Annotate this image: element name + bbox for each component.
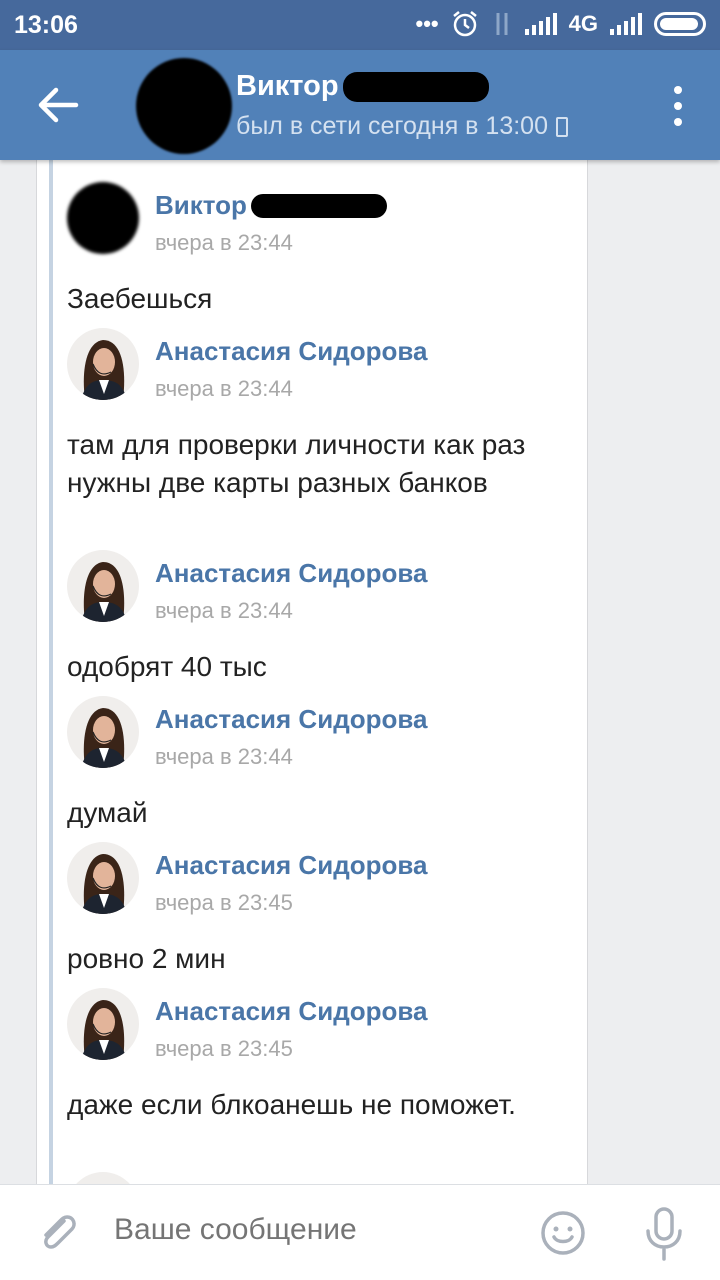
message-author[interactable]: Анастасия Сидорова: [155, 850, 427, 881]
chat-header: Виктор был в сети сегодня в 13:00: [0, 50, 720, 160]
data-transfer-icon: [496, 13, 508, 35]
message-text: даже если блкоанешь не поможет.: [67, 1089, 516, 1120]
back-arrow-icon[interactable]: [30, 78, 84, 132]
alarm-icon: [452, 11, 477, 37]
attach-paperclip-icon[interactable]: [34, 1209, 82, 1257]
author-avatar[interactable]: [67, 1172, 139, 1184]
message-item: Анастасия Сидорова вчера в 23:45 даже ес…: [67, 988, 577, 1158]
author-avatar[interactable]: [67, 842, 139, 914]
message-text: думай: [67, 797, 148, 828]
message-item-partial: [67, 1172, 577, 1184]
message-author[interactable]: Виктор: [155, 190, 387, 221]
author-avatar-redacted[interactable]: [67, 182, 139, 254]
message-input[interactable]: [114, 1213, 514, 1247]
author-avatar[interactable]: [67, 988, 139, 1060]
message-item: Виктор вчера в 23:44 Заебешься: [67, 182, 577, 314]
quote-line: [49, 160, 53, 1184]
emoji-smile-icon[interactable]: [540, 1210, 586, 1256]
message-text: Заебешься: [67, 283, 213, 314]
signal-strength-icon: [524, 13, 557, 35]
forwarded-messages-panel: Виктор вчера в 23:44 Заебешься Анастасия…: [36, 160, 588, 1184]
contact-name: Виктор: [236, 70, 339, 102]
message-time: вчера в 23:45: [155, 1036, 293, 1061]
message-time: вчера в 23:44: [155, 598, 293, 623]
redaction-scribble: [250, 193, 387, 218]
author-avatar[interactable]: [67, 696, 139, 768]
status-bar: 13:06 ••• 4G: [0, 0, 720, 50]
contact-avatar-redacted[interactable]: [136, 58, 232, 154]
message-author[interactable]: Анастасия Сидорова: [155, 558, 427, 589]
message-composer: [0, 1184, 720, 1280]
contact-last-seen: был в сети сегодня в 13:00: [236, 112, 568, 141]
redaction-scribble: [342, 71, 489, 102]
message-time: вчера в 23:44: [155, 744, 293, 769]
message-time: вчера в 23:44: [155, 230, 293, 255]
network-type-label: 4G: [568, 11, 598, 36]
status-time: 13:06: [14, 11, 78, 39]
author-avatar[interactable]: [67, 328, 139, 400]
author-avatar[interactable]: [67, 550, 139, 622]
message-item: Анастасия Сидорова вчера в 23:44 одобрят…: [67, 550, 577, 682]
signal-strength-2-icon: [610, 13, 642, 35]
message-item: Анастасия Сидорова вчера в 23:45 ровно 2…: [67, 842, 577, 974]
more-notifications-icon: •••: [415, 11, 439, 36]
message-item: Анастасия Сидорова вчера в 23:44 там для…: [67, 328, 577, 528]
message-author[interactable]: Анастасия Сидорова: [155, 336, 427, 367]
message-author[interactable]: Анастасия Сидорова: [155, 996, 427, 1027]
message-item: Анастасия Сидорова вчера в 23:44 думай: [67, 696, 577, 828]
message-author[interactable]: Анастасия Сидорова: [155, 704, 427, 735]
message-time: вчера в 23:44: [155, 376, 293, 401]
mobile-phone-icon: [555, 116, 568, 137]
message-time: вчера в 23:45: [155, 890, 293, 915]
microphone-icon[interactable]: [644, 1207, 684, 1261]
overflow-menu-icon[interactable]: [672, 86, 684, 126]
battery-icon: [654, 12, 706, 36]
author-name: Виктор: [155, 190, 247, 220]
message-text: ровно 2 мин: [67, 943, 226, 974]
message-text: одобрят 40 тыс: [67, 651, 267, 682]
last-seen-text: был в сети сегодня в 13:00: [236, 112, 548, 140]
status-icons: ••• 4G: [416, 10, 706, 38]
message-text: там для проверки личности как раз нужны …: [67, 429, 526, 498]
contact-title[interactable]: Виктор: [236, 70, 489, 103]
